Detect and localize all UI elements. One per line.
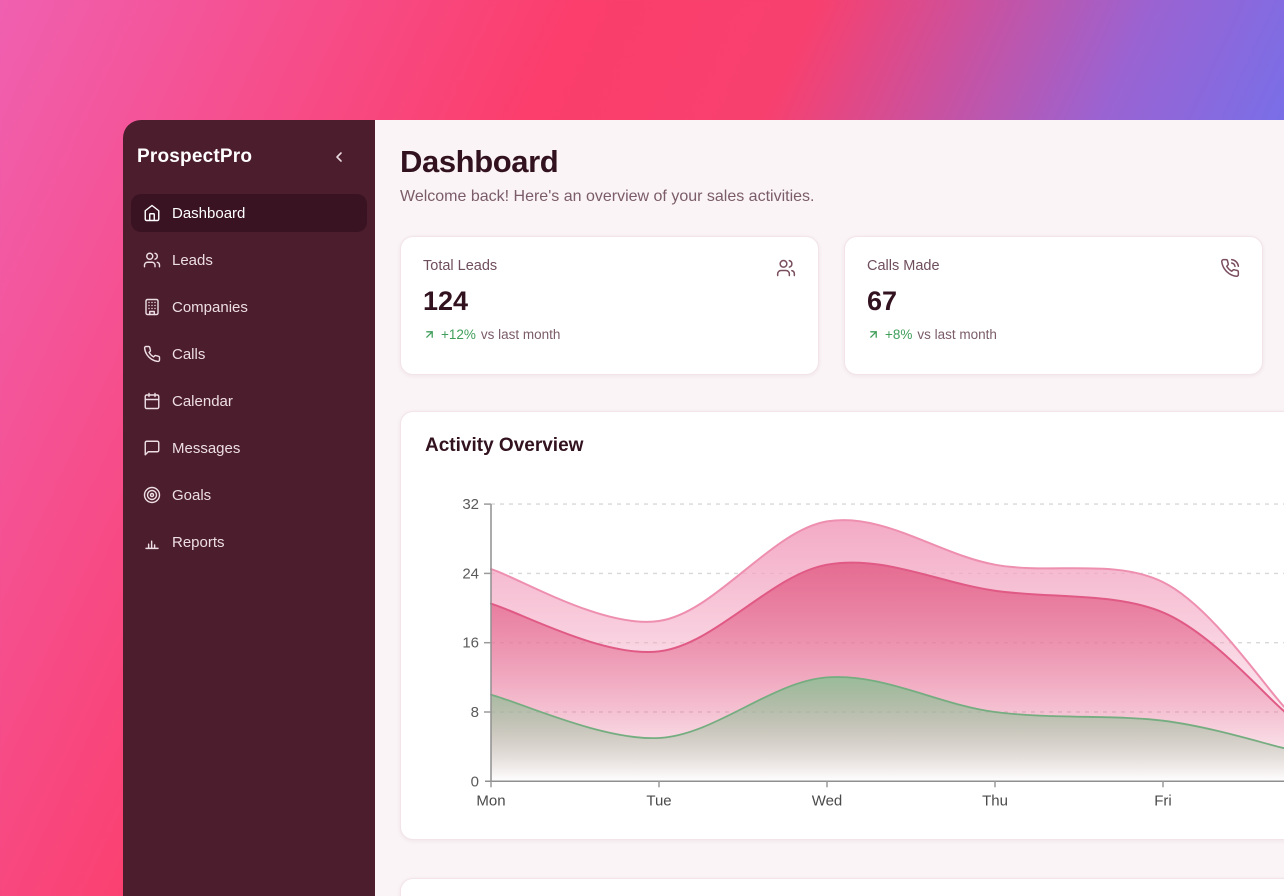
stat-label: Total Leads	[423, 258, 497, 274]
partial-bottom-card	[400, 878, 1284, 896]
svg-text:0: 0	[471, 773, 479, 790]
sidebar-collapse-button[interactable]	[331, 149, 347, 165]
desktop-background: { "sidebar": { "brand": "ProspectPro", "…	[0, 0, 1284, 896]
activity-chart: 0 8 16 24 32 Mon Tue Wed Thu Fri	[421, 494, 1284, 819]
sidebar-item-goals[interactable]: Goals	[131, 476, 367, 514]
page-subtitle: Welcome back! Here's an overview of your…	[400, 186, 1284, 208]
arrow-up-right-icon	[867, 328, 880, 341]
building-icon	[143, 298, 161, 316]
stat-card-total-leads: Total Leads 124 +12% vs last month	[400, 236, 819, 375]
stat-change-value: +8%	[885, 327, 912, 342]
stat-change-value: +12%	[441, 327, 476, 342]
sidebar-item-label: Dashboard	[172, 205, 245, 222]
svg-text:Wed: Wed	[812, 792, 843, 809]
sidebar-item-calls[interactable]: Calls	[131, 335, 367, 373]
svg-text:Tue: Tue	[646, 792, 671, 809]
chevron-left-icon	[331, 149, 347, 165]
calendar-icon	[143, 392, 161, 410]
sidebar-item-leads[interactable]: Leads	[131, 241, 367, 279]
sidebar-item-dashboard[interactable]: Dashboard	[131, 194, 367, 232]
activity-overview-card: Activity Overview 0 8 16 24 32 Mon Tue Wed Thu Fr…	[400, 411, 1284, 840]
sidebar-item-label: Messages	[172, 440, 240, 457]
bar-chart-icon	[143, 533, 161, 551]
stat-value: 67	[867, 287, 1240, 315]
stat-change: +8% vs last month	[867, 327, 1240, 342]
page-title: Dashboard	[400, 144, 1284, 180]
svg-text:32: 32	[462, 496, 479, 513]
sidebar-item-messages[interactable]: Messages	[131, 429, 367, 467]
stat-change: +12% vs last month	[423, 327, 796, 342]
sidebar-item-label: Reports	[172, 534, 225, 551]
sidebar-header: ProspectPro	[123, 120, 375, 168]
svg-text:Mon: Mon	[476, 792, 505, 809]
svg-text:24: 24	[462, 565, 479, 582]
phone-icon	[143, 345, 161, 363]
sidebar: ProspectPro Dashboard Leads Companies	[123, 120, 375, 896]
svg-text:Fri: Fri	[1154, 792, 1172, 809]
sidebar-item-reports[interactable]: Reports	[131, 523, 367, 561]
home-icon	[143, 204, 161, 222]
svg-text:8: 8	[471, 704, 479, 721]
sidebar-item-label: Companies	[172, 299, 248, 316]
app-window: ProspectPro Dashboard Leads Companies	[123, 120, 1284, 896]
users-icon	[776, 258, 796, 278]
sidebar-item-label: Goals	[172, 487, 211, 504]
sidebar-item-label: Leads	[172, 252, 213, 269]
sidebar-item-calendar[interactable]: Calendar	[131, 382, 367, 420]
svg-text:16: 16	[462, 635, 479, 652]
stat-change-note: vs last month	[917, 327, 997, 342]
arrow-up-right-icon	[423, 328, 436, 341]
stat-change-note: vs last month	[481, 327, 561, 342]
sidebar-item-companies[interactable]: Companies	[131, 288, 367, 326]
chart-title: Activity Overview	[425, 434, 1284, 458]
sidebar-item-label: Calls	[172, 346, 205, 363]
stats-row: Total Leads 124 +12% vs last month Calls…	[400, 236, 1284, 375]
stat-card-calls-made: Calls Made 67 +8% vs last month	[844, 236, 1263, 375]
phone-call-icon	[1220, 258, 1240, 278]
svg-text:Thu: Thu	[982, 792, 1008, 809]
stat-value: 124	[423, 287, 796, 315]
app-brand: ProspectPro	[137, 146, 252, 168]
message-icon	[143, 439, 161, 457]
stat-label: Calls Made	[867, 258, 940, 274]
users-icon	[143, 251, 161, 269]
sidebar-item-label: Calendar	[172, 393, 233, 410]
sidebar-nav: Dashboard Leads Companies Calls Calendar…	[123, 194, 375, 561]
main-content: Dashboard Welcome back! Here's an overvi…	[375, 120, 1284, 896]
target-icon	[143, 486, 161, 504]
